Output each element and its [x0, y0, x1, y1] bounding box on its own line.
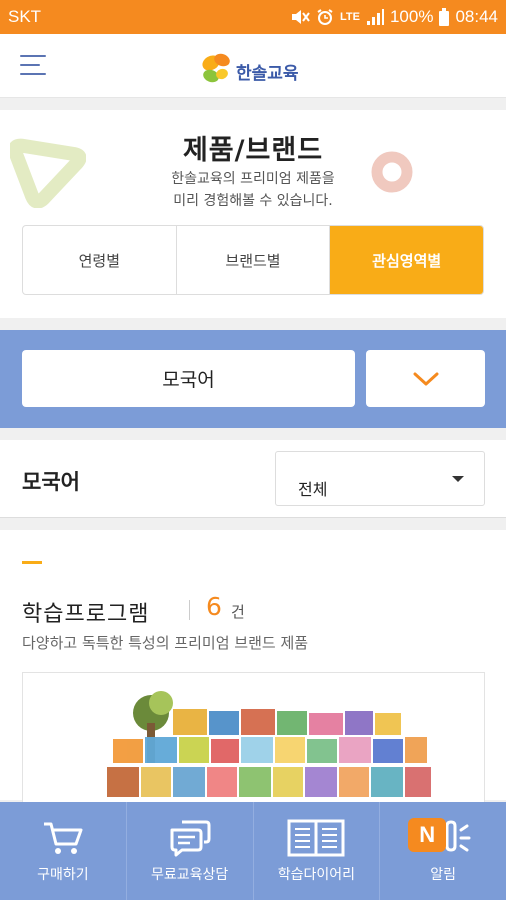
status-icons: LTE 100% 08:44 [290, 7, 498, 27]
description-line-1: 한솔교육의 프리미엄 제품을 [171, 171, 335, 187]
section-count: 6 [206, 592, 222, 621]
alarm-icon [317, 9, 333, 25]
section-title: 학습프로그램 [22, 602, 150, 627]
nav-purchase-label: 구매하기 [37, 867, 89, 883]
section-count-unit: 건 [231, 603, 245, 621]
category-toggle-button[interactable] [366, 350, 485, 407]
page-title: 제품/브랜드 [182, 135, 324, 166]
logo-text: 한솔교육 [236, 64, 299, 84]
section-separator [189, 600, 190, 620]
description-line-2: 미리 경험해볼 수 있습니다. [173, 193, 333, 209]
battery-icon [439, 8, 450, 26]
hamburger-menu-icon[interactable] [20, 54, 46, 76]
nav-notifications[interactable]: N 알림 [380, 802, 506, 900]
app-header: 한솔교육 [0, 34, 506, 98]
nav-purchase[interactable]: 구매하기 [0, 802, 127, 900]
product-image [107, 691, 431, 797]
chat-icon [170, 820, 211, 857]
product-card[interactable] [22, 672, 485, 812]
sort-dropdown[interactable]: 전체 [275, 451, 485, 506]
nav-consult-label: 무료교육상담 [150, 867, 229, 883]
status-bar: SKT LTE 100% 08:44 [0, 0, 506, 34]
hero-section: 제품/브랜드 한솔교육의 프리미엄 제품을 미리 경험해볼 수 있습니다. 연령… [0, 110, 506, 318]
network-type: LTE [340, 11, 360, 23]
butterfly-logo-icon [202, 53, 230, 83]
category-select[interactable]: 모국어 [22, 350, 355, 407]
nav-diary-label: 학습다이어리 [277, 867, 356, 883]
tab-brand[interactable]: 브랜드별 [177, 226, 331, 294]
page-description: 한솔교육의 프리미엄 제품을 미리 경험해볼 수 있습니다. [0, 168, 506, 212]
caret-down-icon [452, 476, 464, 482]
signal-icon [366, 9, 384, 25]
nav-consult[interactable]: 무료교육상담 [127, 802, 254, 900]
brand-logo[interactable]: 한솔교육 [200, 42, 299, 90]
new-badge: N [408, 818, 447, 852]
content-section: 학습프로그램 6 건 다양하고 독특한 특성의 프리미엄 브랜드 제품 [0, 530, 506, 812]
section-description: 다양하고 독특한 특성의 프리미엄 브랜드 제품 [22, 634, 309, 652]
tab-interest-area[interactable]: 관심영역별 [330, 226, 483, 294]
book-icon [287, 819, 345, 857]
carrier-name: SKT [8, 7, 42, 26]
list-title: 모국어 [22, 470, 80, 494]
filter-band: 모국어 [0, 330, 506, 428]
sort-dropdown-value: 전체 [298, 480, 328, 499]
tab-age[interactable]: 연령별 [23, 226, 177, 294]
bottom-nav: 구매하기 무료교육상담 학습다이어리 N 알림 [0, 802, 506, 900]
category-tabs: 연령별 브랜드별 관심영역별 [22, 225, 484, 295]
nav-diary[interactable]: 학습다이어리 [254, 802, 381, 900]
mute-icon [292, 10, 310, 24]
list-header: 모국어 전체 [0, 440, 506, 518]
nav-notifications-label: 알림 [430, 867, 456, 883]
clock: 08:44 [455, 7, 498, 26]
chevron-down-icon [413, 372, 438, 385]
accent-divider [22, 561, 42, 564]
battery-percent: 100% [389, 7, 434, 26]
cart-icon [43, 822, 83, 854]
